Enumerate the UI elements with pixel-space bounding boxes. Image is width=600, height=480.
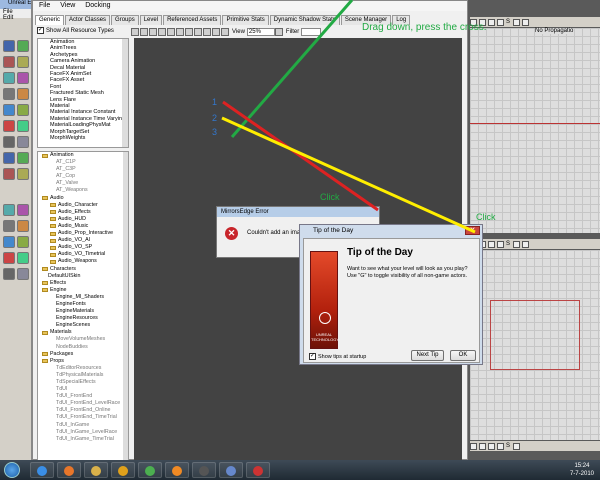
step-number-3: 3	[212, 127, 218, 137]
step-number-2: 2	[212, 113, 218, 123]
paint-icon	[253, 466, 263, 476]
taskbar-button[interactable]	[192, 462, 216, 478]
taskbar-button[interactable]	[165, 462, 189, 478]
step-number-1: 1	[212, 97, 218, 107]
taskbar-button[interactable]	[84, 462, 108, 478]
taskbar-button[interactable]	[30, 462, 54, 478]
unreal-icon	[199, 466, 209, 476]
start-button[interactable]	[4, 462, 20, 478]
green-arrow-line	[230, 0, 354, 138]
taskbar-button[interactable]	[219, 462, 243, 478]
taskbar-button[interactable]	[246, 462, 270, 478]
media-player-icon	[118, 466, 128, 476]
annotation-overlay	[221, 0, 476, 234]
yellow-arrow-line	[221, 116, 476, 234]
screen: Unreal E File Edit File View Docking Gen…	[0, 0, 600, 480]
firefox-icon	[64, 466, 74, 476]
red-arrow-line	[222, 100, 379, 212]
taskbar-button[interactable]	[138, 462, 162, 478]
clock[interactable]: 15:24 7-7-2010	[570, 462, 594, 478]
ie-icon	[37, 466, 47, 476]
taskbar: 15:24 7-7-2010	[0, 460, 600, 480]
chrome-icon	[145, 466, 155, 476]
taskbar-button[interactable]	[111, 462, 135, 478]
clock-time: 15:24	[574, 463, 590, 469]
document-icon	[226, 466, 236, 476]
clock-date: 7-7-2010	[569, 471, 594, 477]
click-annotation-1: Click	[320, 192, 340, 202]
taskbar-button[interactable]	[57, 462, 81, 478]
click-annotation-2: Click	[476, 212, 496, 222]
vlc-icon	[172, 466, 182, 476]
drag-instruction: Drag down, press the cross.	[362, 22, 487, 33]
explorer-icon	[91, 466, 101, 476]
